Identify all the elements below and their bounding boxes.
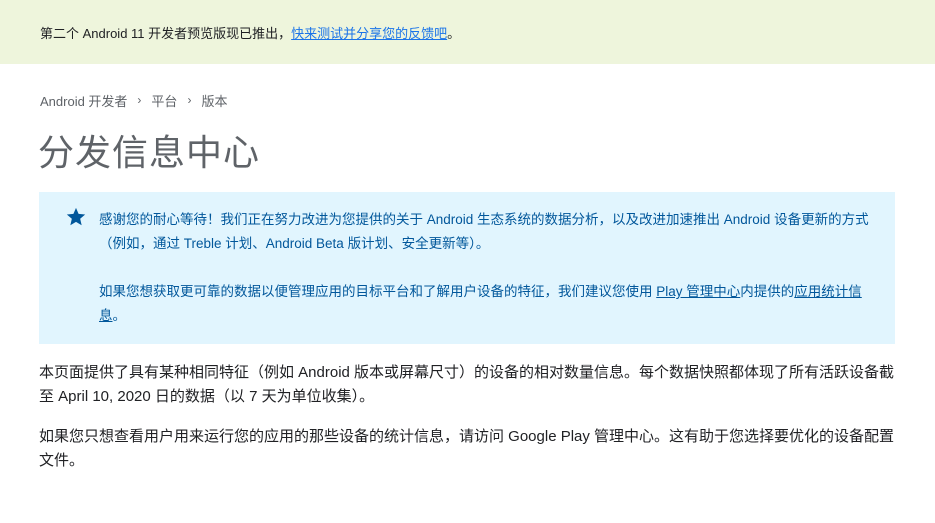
notice-box: 感谢您的耐心等待！我们正在努力改进为您提供的关于 Android 生态系统的数据… <box>39 192 895 344</box>
announcement-banner: 第二个 Android 11 开发者预览版现已推出， 快来测试并分享您的反馈吧。 <box>0 0 935 64</box>
breadcrumb: Android 开发者 › 平台 › 版本 <box>40 91 227 109</box>
feedback-link[interactable]: 快来测试并分享您的反馈吧 <box>291 23 447 42</box>
banner-suffix: 。 <box>447 25 461 41</box>
play-console-link[interactable]: Play 管理中心 <box>656 284 740 299</box>
breadcrumb-item-platform[interactable]: 平台 <box>151 91 177 110</box>
play-console-paragraph: 如果您只想查看用户用来运行您的应用的那些设备的统计信息，请访问 Google P… <box>39 428 895 469</box>
notice-paragraph: 感谢您的耐心等待！我们正在努力改进为您提供的关于 Android 生态系统的数据… <box>99 212 869 251</box>
notice-paragraph-2: 如果您想获取更可靠的数据以便管理应用的目标平台和了解用户设备的特征，我们建议您使… <box>99 280 871 328</box>
notice-text: 如果您想获取更可靠的数据以便管理应用的目标平台和了解用户设备的特征，我们建议您使… <box>99 284 657 299</box>
chevron-right-icon: › <box>187 93 192 107</box>
star-icon <box>66 207 86 226</box>
banner-text: 第二个 Android 11 开发者预览版现已推出， <box>40 25 292 41</box>
notice-text: 。 <box>112 308 127 323</box>
breadcrumb-item-android-developers[interactable]: Android 开发者 <box>40 91 127 110</box>
page-title: 分发信息中心 <box>38 132 261 173</box>
intro-paragraph: 本页面提供了具有某种相同特征（例如 Android 版本或屏幕尺寸）的设备的相对… <box>39 364 895 405</box>
notice-text: 内提供的 <box>740 284 795 299</box>
breadcrumb-item-versions[interactable]: 版本 <box>201 91 227 110</box>
chevron-right-icon: › <box>137 93 142 107</box>
